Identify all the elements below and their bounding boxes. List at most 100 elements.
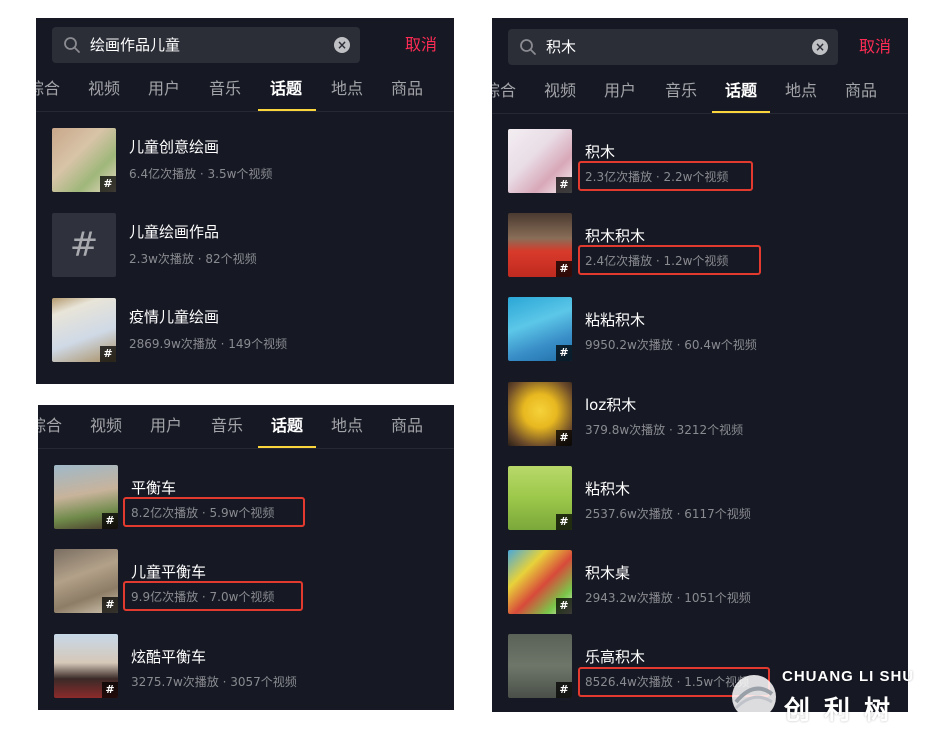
topic-title: 粘粘积木 [585,311,646,329]
highlight-box [123,497,305,527]
hashtag-icon: # [556,345,572,361]
topic-title: 儿童平衡车 [131,563,207,581]
topic-thumbnail: # [52,298,116,362]
tab-music[interactable]: 音乐 [665,70,697,112]
search-input[interactable]: 绘画作品儿童 × [52,27,360,63]
topic-stats: 2943.2w次播放 · 1051个视频 [585,591,751,605]
topic-thumbnail: # [508,213,572,277]
topic-stats: 2.3w次播放 · 82个视频 [129,252,257,266]
search-query-text: 积木 [546,38,577,56]
topic-stats: 3275.7w次播放 · 3057个视频 [131,675,297,689]
tab-comprehensive[interactable]: 综合 [492,70,516,112]
clear-icon[interactable]: × [812,39,828,55]
topic-thumbnail: # [508,297,572,361]
topic-stats: 9950.2w次播放 · 60.4w个视频 [585,338,757,352]
watermark-text-en: CHUANG LI SHU [782,668,915,685]
list-item[interactable]: # 炫酷平衡车 3275.7w次播放 · 3057个视频 [38,630,454,710]
hashtag-icon: # [556,177,572,193]
highlight-box [123,581,303,611]
tab-bar: 综合 视频 用户 音乐 话题 地点 商品 [38,405,454,449]
topic-thumbnail: # [52,213,116,277]
active-tab-indicator [712,111,770,113]
list-item[interactable]: # 粘粘积木 9950.2w次播放 · 60.4w个视频 [492,293,908,377]
hashtag-icon: # [556,430,572,446]
hashtag-icon: # [556,682,572,698]
tab-music[interactable]: 音乐 [211,405,243,447]
search-bar-row: 积木 × 取消 [492,18,908,78]
tab-bar: 综合 视频 用户 音乐 话题 地点 商品 [492,70,908,114]
list-item[interactable]: # 积木桌 2943.2w次播放 · 1051个视频 [492,546,908,630]
hashtag-icon: # [556,514,572,530]
tab-comprehensive[interactable]: 综合 [38,405,62,447]
tab-places[interactable]: 地点 [331,68,363,110]
topic-thumbnail: # [52,128,116,192]
topic-thumbnail: # [508,550,572,614]
topic-title: 平衡车 [131,479,177,497]
tab-products[interactable]: 商品 [391,405,423,447]
tab-places[interactable]: 地点 [331,405,363,447]
tab-videos[interactable]: 视频 [88,68,120,110]
list-item[interactable]: # 粘积木 2537.6w次播放 · 6117个视频 [492,462,908,546]
list-item[interactable]: # 平衡车 8.2亿次播放 · 5.9w个视频 [38,461,454,545]
hashtag-icon: # [52,213,116,277]
clear-icon[interactable]: × [334,37,350,53]
tab-videos[interactable]: 视频 [544,70,576,112]
watermark-logo: CHUANG LI SHU 创利树 [728,668,928,728]
tab-topics[interactable]: 话题 [271,405,303,447]
tab-comprehensive[interactable]: 综合 [36,68,60,110]
hashtag-icon: # [100,346,116,362]
tab-bar: 综合 视频 用户 音乐 话题 地点 商品 [36,68,454,112]
tab-topics[interactable]: 话题 [270,68,302,110]
topic-thumbnail: # [508,382,572,446]
topic-title: loz积木 [585,396,637,414]
topic-stats: 2869.9w次播放 · 149个视频 [129,337,288,351]
list-item[interactable]: # 儿童平衡车 9.9亿次播放 · 7.0w个视频 [38,545,454,629]
hashtag-icon: # [102,597,118,613]
highlight-box [578,161,753,191]
topic-thumbnail: # [508,129,572,193]
cancel-button[interactable]: 取消 [859,29,891,65]
active-tab-indicator [258,446,316,448]
topic-title: 积木积木 [585,227,646,245]
list-item[interactable]: # 积木 2.3亿次播放 · 2.2w个视频 [492,125,908,209]
search-panel-blocks: 积木 × 取消 综合 视频 用户 音乐 话题 地点 商品 # 积木 2.3亿次播… [492,18,908,712]
tab-users[interactable]: 用户 [150,405,182,447]
tab-products[interactable]: 商品 [391,68,423,110]
hashtag-icon: # [556,261,572,277]
topic-stats: 379.8w次播放 · 3212个视频 [585,423,744,437]
topic-thumbnail: # [54,465,118,529]
topic-stats: 6.4亿次播放 · 3.5w个视频 [129,167,273,181]
tab-products[interactable]: 商品 [845,70,877,112]
list-item[interactable]: # 儿童绘画作品 2.3w次播放 · 82个视频 [36,209,454,293]
search-panel-painting: 绘画作品儿童 × 取消 综合 视频 用户 音乐 话题 地点 商品 # 儿童创意绘… [36,18,454,384]
search-input[interactable]: 积木 × [508,29,838,65]
search-panel-balance-bike: 综合 视频 用户 音乐 话题 地点 商品 # 平衡车 8.2亿次播放 · 5.9… [38,405,454,710]
topic-title: 积木桌 [585,564,631,582]
tab-places[interactable]: 地点 [785,70,817,112]
topic-stats: 2537.6w次播放 · 6117个视频 [585,507,751,521]
topic-title: 积木 [585,143,616,161]
list-item[interactable]: # 疫情儿童绘画 2869.9w次播放 · 149个视频 [36,294,454,378]
hashtag-icon: # [102,682,118,698]
topic-title: 疫情儿童绘画 [129,308,220,326]
topic-title: 儿童创意绘画 [129,138,220,156]
list-item[interactable]: # 儿童创意绘画 6.4亿次播放 · 3.5w个视频 [36,124,454,208]
search-icon [520,39,536,55]
tab-users[interactable]: 用户 [604,70,636,112]
watermark-text-cn: 创利树 [784,696,905,726]
list-item[interactable]: # loz积木 379.8w次播放 · 3212个视频 [492,378,908,462]
tab-users[interactable]: 用户 [148,68,180,110]
topic-title: 粘积木 [585,480,631,498]
list-item[interactable]: # 积木积木 2.4亿次播放 · 1.2w个视频 [492,209,908,293]
topic-thumbnail: # [54,549,118,613]
tab-music[interactable]: 音乐 [209,68,241,110]
active-tab-indicator [258,109,316,111]
topic-title: 儿童绘画作品 [129,223,220,241]
tab-videos[interactable]: 视频 [90,405,122,447]
topic-thumbnail: # [508,634,572,698]
topic-thumbnail: # [508,466,572,530]
search-query-text: 绘画作品儿童 [90,36,181,54]
tab-topics[interactable]: 话题 [725,70,757,112]
topic-title: 炫酷平衡车 [131,648,207,666]
cancel-button[interactable]: 取消 [405,27,437,63]
